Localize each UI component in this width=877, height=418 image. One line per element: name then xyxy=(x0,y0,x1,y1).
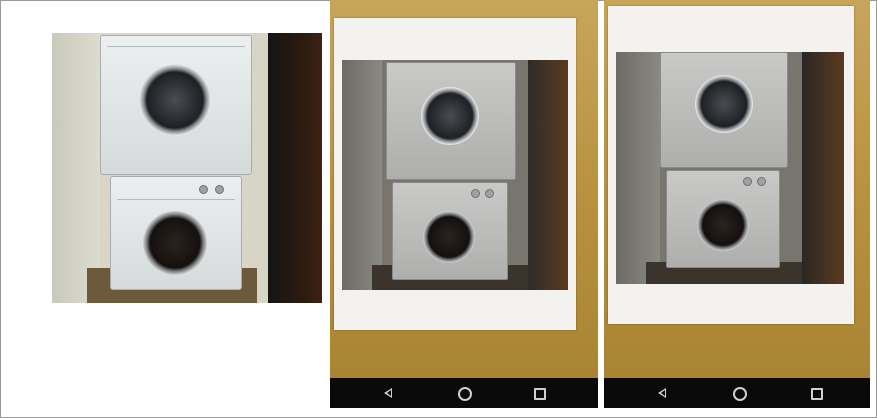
paper-sheet xyxy=(608,6,854,324)
wall-left xyxy=(52,33,100,303)
control-strip xyxy=(107,46,245,47)
phone-capture-1 xyxy=(330,0,598,408)
back-icon[interactable] xyxy=(380,384,398,402)
wall-left xyxy=(616,52,660,284)
original-photo xyxy=(52,33,322,303)
home-icon[interactable] xyxy=(730,384,748,402)
washer-knob xyxy=(215,185,224,194)
paper-sheet xyxy=(334,18,576,330)
washer-knob xyxy=(757,177,766,186)
android-nav-bar xyxy=(604,378,870,408)
washer-unit xyxy=(110,176,242,290)
printed-photo xyxy=(616,52,844,284)
dark-door xyxy=(268,33,322,303)
washer-knob xyxy=(471,189,480,198)
control-strip xyxy=(117,199,235,200)
back-icon[interactable] xyxy=(654,384,672,402)
washer-porthole xyxy=(143,211,207,275)
washer-porthole xyxy=(423,211,475,263)
dryer-porthole xyxy=(695,75,753,133)
washer-porthole xyxy=(697,199,749,251)
washer-unit xyxy=(666,170,780,268)
dryer-unit xyxy=(100,35,252,175)
dryer-unit xyxy=(386,62,516,180)
washer-unit xyxy=(392,182,508,280)
dryer-porthole xyxy=(139,64,211,136)
washer-knob xyxy=(485,189,494,198)
home-icon[interactable] xyxy=(455,384,473,402)
dark-door xyxy=(528,60,568,290)
wall-left xyxy=(342,60,382,290)
dryer-porthole xyxy=(421,87,479,145)
washer-knob xyxy=(743,177,752,186)
android-nav-bar xyxy=(330,378,598,408)
printed-photo xyxy=(342,60,568,290)
phone-capture-2 xyxy=(604,0,870,408)
dark-door xyxy=(802,52,844,284)
recents-icon[interactable] xyxy=(530,384,548,402)
recents-icon[interactable] xyxy=(807,384,825,402)
dryer-unit xyxy=(660,52,788,168)
wall-right xyxy=(250,33,268,303)
washer-knob xyxy=(199,185,208,194)
